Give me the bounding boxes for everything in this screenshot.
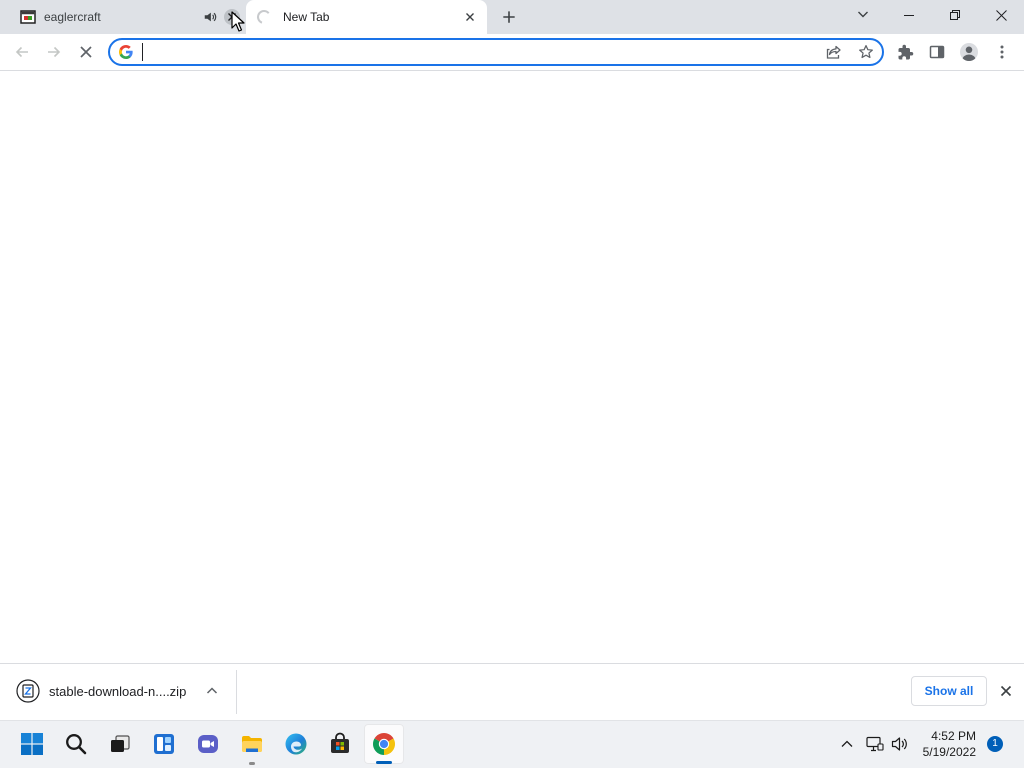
share-icon xyxy=(826,44,842,60)
page-content xyxy=(0,71,1024,663)
notification-badge[interactable]: 1 xyxy=(987,736,1003,752)
tab-search-button[interactable] xyxy=(851,2,875,26)
close-icon xyxy=(1000,685,1012,697)
store-icon xyxy=(328,732,352,756)
chat-button[interactable] xyxy=(188,724,228,764)
widgets-icon xyxy=(152,732,176,756)
download-options-button[interactable] xyxy=(204,683,220,699)
start-windows-icon xyxy=(21,733,43,755)
clock-time: 4:52 PM xyxy=(931,729,976,743)
side-panel-button[interactable] xyxy=(923,38,951,66)
task-view-button[interactable] xyxy=(100,724,140,764)
speaker-icon[interactable] xyxy=(203,10,217,24)
plus-icon xyxy=(502,10,516,24)
clock-date: 5/19/2022 xyxy=(922,745,976,759)
download-item[interactable]: stable-download-n....zip xyxy=(8,670,228,714)
network-icon xyxy=(866,736,884,752)
running-indicator xyxy=(249,762,255,765)
tab-eaglercraft[interactable]: eaglercraft xyxy=(8,0,246,34)
forward-arrow-icon xyxy=(46,44,62,60)
forward-button[interactable] xyxy=(40,38,68,66)
file-explorer-icon xyxy=(240,732,264,756)
window-close-button[interactable] xyxy=(978,0,1024,30)
edge-button[interactable] xyxy=(276,724,316,764)
profile-avatar-icon xyxy=(959,42,979,62)
text-caret xyxy=(142,43,143,61)
taskbar: 4:52 PM 5/19/2022 1 xyxy=(0,720,1024,768)
menu-kebab-icon xyxy=(1000,44,1004,60)
google-g-icon xyxy=(119,45,133,59)
chevron-up-icon xyxy=(206,685,218,697)
loading-spinner-icon xyxy=(256,9,272,25)
task-view-icon xyxy=(108,732,132,756)
omnibox-input[interactable] xyxy=(140,42,820,62)
close-icon xyxy=(465,12,475,22)
restore-icon xyxy=(950,10,960,20)
stop-loading-button[interactable] xyxy=(72,38,100,66)
quick-settings-button[interactable] xyxy=(861,724,911,764)
volume-icon xyxy=(891,736,909,752)
eaglercraft-favicon-icon xyxy=(20,9,36,25)
show-hidden-icons-button[interactable] xyxy=(835,732,859,756)
profile-button[interactable] xyxy=(955,38,983,66)
minimize-button[interactable] xyxy=(886,0,932,30)
tab-close-button[interactable] xyxy=(462,9,478,25)
divider xyxy=(236,670,237,714)
start-button[interactable] xyxy=(12,724,52,764)
edge-icon xyxy=(284,732,308,756)
download-shelf: stable-download-n....zip Show all xyxy=(0,663,1024,720)
file-explorer-button[interactable] xyxy=(232,724,272,764)
back-button[interactable] xyxy=(8,38,36,66)
mouse-cursor xyxy=(231,11,245,33)
chrome-icon xyxy=(372,732,396,756)
teams-chat-icon xyxy=(196,732,220,756)
minimize-icon xyxy=(904,10,914,20)
search-icon xyxy=(64,732,88,756)
new-tab-button[interactable] xyxy=(495,3,523,31)
tab-title: New Tab xyxy=(283,10,330,24)
search-button[interactable] xyxy=(56,724,96,764)
omnibox[interactable] xyxy=(108,38,884,66)
tab-title: eaglercraft xyxy=(44,10,101,24)
chrome-button[interactable] xyxy=(364,724,404,764)
close-icon xyxy=(995,9,1007,21)
share-button[interactable] xyxy=(825,43,843,61)
extensions-button[interactable] xyxy=(892,38,920,66)
active-app-indicator xyxy=(376,761,392,764)
tab-new-tab[interactable]: New Tab xyxy=(246,0,487,34)
bookmark-button[interactable] xyxy=(857,43,875,61)
download-filename: stable-download-n....zip xyxy=(49,684,187,699)
side-panel-icon xyxy=(929,44,945,60)
extensions-puzzle-icon xyxy=(898,44,914,60)
store-button[interactable] xyxy=(320,724,360,764)
close-download-shelf-button[interactable] xyxy=(994,679,1018,703)
bookmark-star-icon xyxy=(858,44,874,60)
chevron-down-icon xyxy=(857,8,869,20)
chevron-up-icon xyxy=(840,737,854,751)
show-all-downloads-button[interactable]: Show all xyxy=(911,676,987,706)
menu-button[interactable] xyxy=(988,38,1016,66)
browser-toolbar xyxy=(0,34,1024,71)
stop-loading-icon xyxy=(79,45,93,59)
back-arrow-icon xyxy=(14,44,30,60)
tab-strip: eaglercraft New Tab xyxy=(0,0,1024,34)
restore-button[interactable] xyxy=(932,0,978,30)
widgets-button[interactable] xyxy=(144,724,184,764)
clock-button[interactable]: 4:52 PM 5/19/2022 xyxy=(910,724,978,764)
zip-file-icon xyxy=(16,679,40,703)
